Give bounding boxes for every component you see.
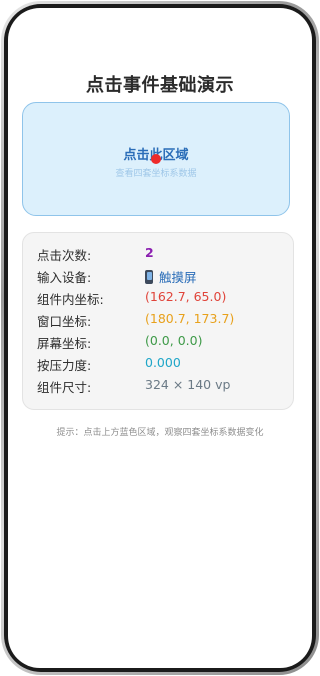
info-row-input-device: 输入设备: 触摸屏 [37,267,287,287]
phone-frame: 点击事件基础演示 点击此区域 查看四套坐标系数据 点击次数: 2 输入设备: 触… [0,0,320,676]
click-count-value: 2 [145,245,154,260]
phone-icon [145,270,153,284]
component-size-label: 组件尺寸: [37,380,92,395]
screen-coord-label: 屏幕坐标: [37,336,92,351]
tap-indicator-dot [151,154,161,164]
click-area[interactable]: 点击此区域 查看四套坐标系数据 [22,102,290,216]
app-screen: 点击事件基础演示 点击此区域 查看四套坐标系数据 点击次数: 2 输入设备: 触… [8,8,312,668]
window-coord-label: 窗口坐标: [37,314,92,329]
component-size-value: 324 × 140 vp [145,377,231,392]
info-row-local-coord: 组件内坐标: (162.7, 65.0) [37,289,287,309]
local-coord-value: (162.7, 65.0) [145,289,227,304]
info-row-component-size: 组件尺寸: 324 × 140 vp [37,377,287,397]
info-row-window-coord: 窗口坐标: (180.7, 173.7) [37,311,287,331]
click-area-subtitle: 查看四套坐标系数据 [115,169,197,179]
pressure-label: 按压力度: [37,358,92,373]
info-row-screen-coord: 屏幕坐标: (0.0, 0.0) [37,333,287,353]
info-row-pressure: 按压力度: 0.000 [37,355,287,375]
input-device-value-wrap: 触摸屏 [145,267,197,286]
click-count-label: 点击次数: [37,248,92,263]
input-device-label: 输入设备: [37,270,92,285]
info-card: 点击次数: 2 输入设备: 触摸屏 组件内坐标: (162.7, 65.0) 窗… [22,232,294,410]
pressure-value: 0.000 [145,355,181,370]
local-coord-label: 组件内坐标: [37,292,104,307]
page-title: 点击事件基础演示 [86,75,234,96]
screen-coord-value: (0.0, 0.0) [145,333,203,348]
window-coord-value: (180.7, 173.7) [145,311,235,326]
input-device-value: 触摸屏 [159,270,197,285]
info-row-click-count: 点击次数: 2 [37,245,287,265]
hint-text: 提示：点击上方蓝色区域，观察四套坐标系数据变化 [56,428,264,438]
